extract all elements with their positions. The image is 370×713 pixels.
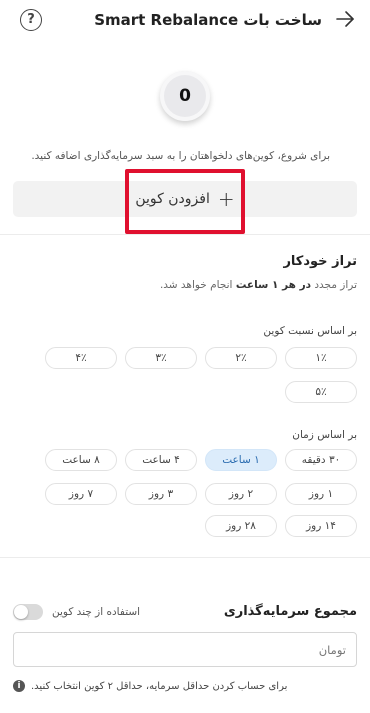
note-text: برای حساب کردن حداقل سرمایه، حداقل ۲ کوی… xyxy=(31,680,288,692)
time-chip[interactable]: ۲۸ روز xyxy=(205,515,277,537)
investment-amount-input[interactable] xyxy=(13,632,357,667)
time-chip[interactable]: ۲ روز xyxy=(205,483,277,505)
coin-count-badge: 0 xyxy=(160,71,210,121)
ratio-chip[interactable]: ۵٪ xyxy=(285,381,357,403)
page-title: ساخت بات Smart Rebalance xyxy=(94,11,322,29)
ratio-chip[interactable]: ۱٪ xyxy=(285,347,357,369)
info-icon: i xyxy=(13,680,25,692)
time-chip[interactable]: ۳ روز xyxy=(125,483,197,505)
ratio-group-label: بر اساس نسبت کوین xyxy=(263,325,357,337)
time-chip[interactable]: ۴ ساعت xyxy=(125,449,197,471)
multi-coin-label: استفاده از چند کوین xyxy=(52,606,141,618)
minimum-investment-note: برای حساب کردن حداقل سرمایه، حداقل ۲ کوی… xyxy=(13,680,357,692)
header-bar: ? ساخت بات Smart Rebalance xyxy=(0,0,370,42)
investment-title: مجموع سرمایه‌گذاری xyxy=(223,604,357,619)
auto-balance-description: تراز مجدد در هر ۱ ساعت انجام خواهد شد. xyxy=(159,279,357,291)
ratio-chip[interactable]: ۲٪ xyxy=(205,347,277,369)
add-coin-hint: برای شروع، کوین‌های دلخواهتان را به سبد … xyxy=(31,150,330,162)
time-chip[interactable]: ۷ روز xyxy=(45,483,117,505)
multi-coin-toggle[interactable] xyxy=(13,604,43,620)
time-chip[interactable]: ۳۰ دقیقه xyxy=(285,449,357,471)
auto-balance-title: تراز خودکار xyxy=(283,254,357,269)
arrow-right-icon[interactable] xyxy=(334,8,356,30)
toggle-knob xyxy=(14,605,28,619)
divider xyxy=(0,234,370,235)
time-chip-selected[interactable]: ۱ ساعت xyxy=(205,449,277,471)
time-group-label: بر اساس زمان xyxy=(292,429,357,441)
add-coin-button[interactable]: + افزودن کوین xyxy=(13,181,357,217)
divider xyxy=(0,557,370,558)
help-question-icon[interactable]: ? xyxy=(20,9,42,31)
ratio-chip[interactable]: ۳٪ xyxy=(125,347,197,369)
time-chip[interactable]: ۱ روز xyxy=(285,483,357,505)
time-chip[interactable]: ۸ ساعت xyxy=(45,449,117,471)
add-coin-label: افزودن کوین xyxy=(135,191,210,207)
plus-icon: + xyxy=(217,187,235,211)
ratio-chip[interactable]: ۴٪ xyxy=(45,347,117,369)
time-chip[interactable]: ۱۴ روز xyxy=(285,515,357,537)
